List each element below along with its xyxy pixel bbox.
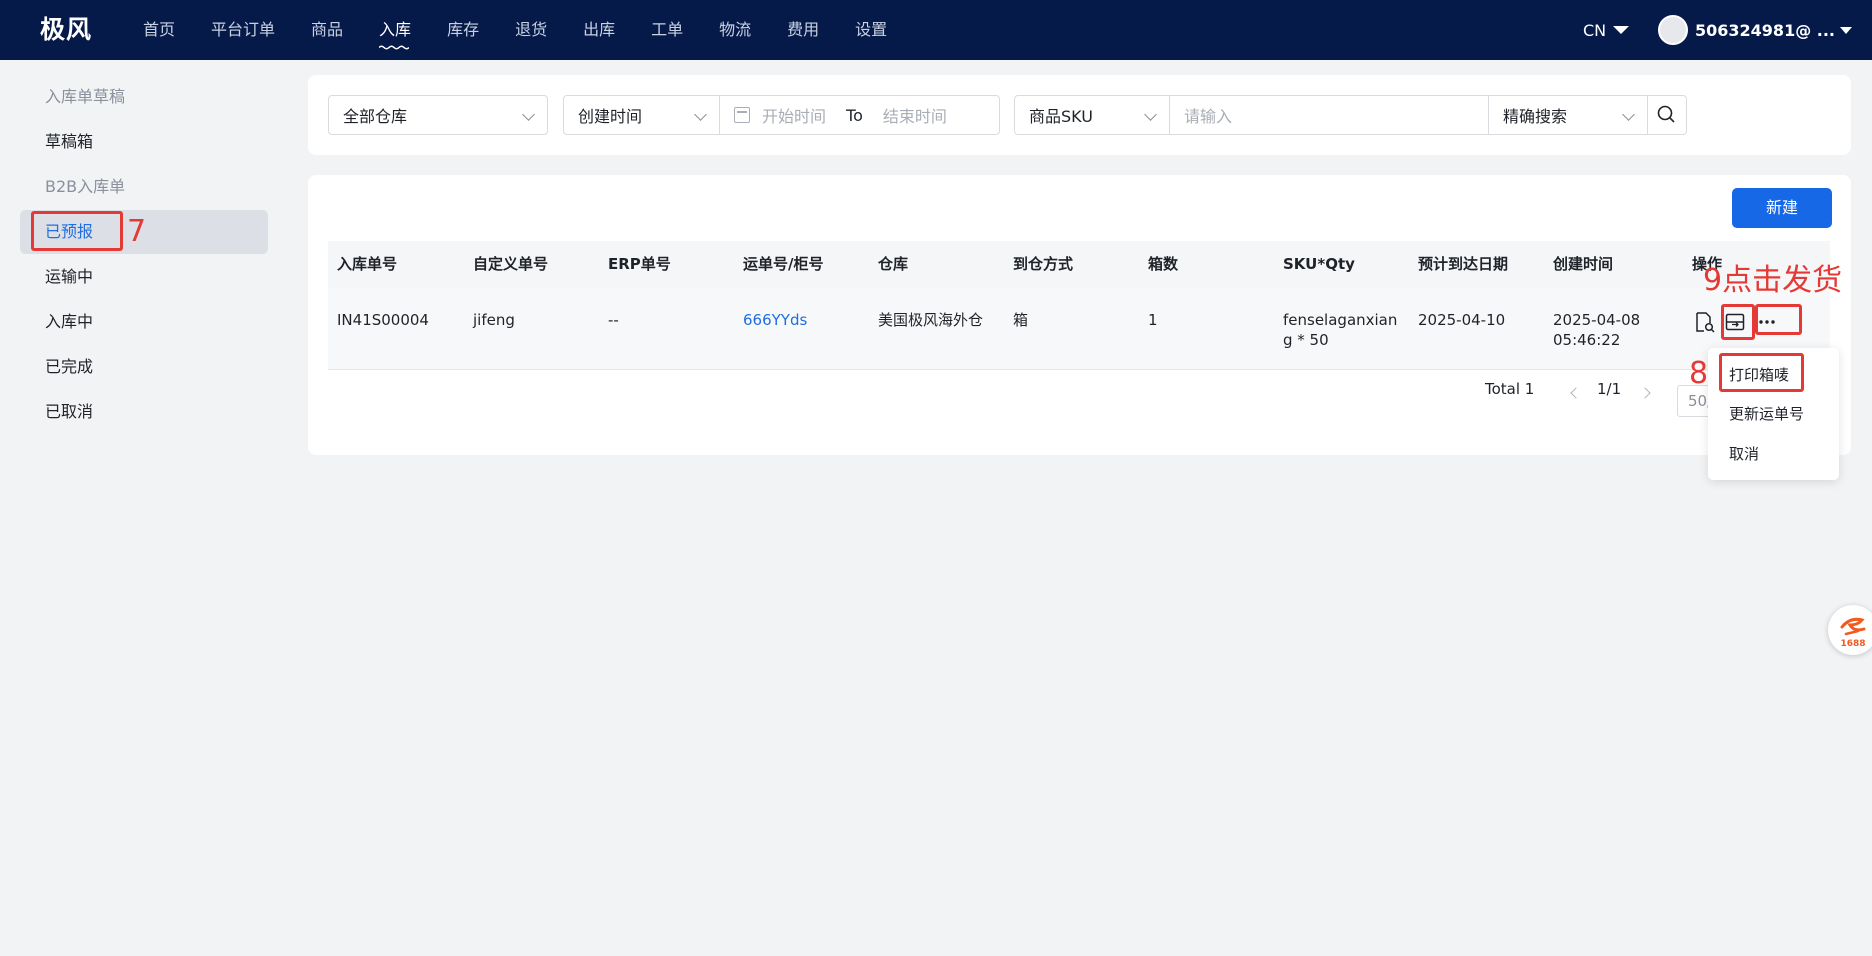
annotation-box-forecasted — [31, 211, 123, 251]
cell-tracking-no-link[interactable]: 666YYds — [743, 310, 807, 330]
nav-item-outbound[interactable]: 出库 — [565, 0, 633, 60]
cell-sku-qty: fenselaganxian g * 50 — [1283, 310, 1397, 350]
search-input[interactable]: 请输入 — [1169, 95, 1489, 135]
nav-item-work-orders[interactable]: 工单 — [633, 0, 701, 60]
sidebar-group-b2b-inbound: B2B入库单 — [45, 177, 126, 196]
start-date-input[interactable]: 开始时间 — [762, 103, 826, 127]
top-navbar: 极风 首页 平台订单 商品 入库 库存 退货 出库 工单 物流 费用 设置 CN… — [0, 0, 1872, 60]
time-type-value: 创建时间 — [578, 107, 643, 126]
sidebar-item-cancelled[interactable]: 已取消 — [20, 390, 268, 434]
1688-logo-text: 1688 — [1840, 639, 1865, 649]
created-time: 05:46:22 — [1553, 331, 1621, 349]
col-warehouse: 仓库 — [878, 255, 909, 273]
user-name: 506324981@ ... — [1695, 20, 1835, 40]
menu-item-cancel[interactable]: 取消 — [1708, 434, 1839, 474]
inbound-table-card: 新建 入库单号 自定义单号 ERP单号 运单号/柜号 仓库 到仓方式 箱数 SK… — [308, 175, 1851, 455]
cell-arrival-mode: 箱 — [1013, 311, 1029, 329]
language-switcher[interactable]: CN — [1583, 0, 1630, 60]
caret-down-icon — [1613, 26, 1630, 34]
table-row: IN41S00004 jifeng -- 666YYds 美国极风海外仓 箱 1… — [328, 288, 1830, 370]
user-menu[interactable]: 506324981@ ... — [1658, 0, 1852, 60]
nav-item-home[interactable]: 首页 — [125, 0, 193, 60]
chevron-down-icon — [694, 108, 707, 121]
sidebar-item-drafts[interactable]: 草稿箱 — [20, 120, 268, 164]
chevron-down-icon — [1622, 108, 1635, 121]
col-boxes: 箱数 — [1148, 255, 1179, 273]
annotation-box-print-label — [1719, 353, 1804, 392]
created-date: 2025-04-08 — [1553, 311, 1641, 329]
nav-item-inventory[interactable]: 库存 — [429, 0, 497, 60]
match-mode-value: 精确搜索 — [1503, 107, 1568, 126]
page-indicator: 1/1 — [1597, 380, 1622, 398]
nav-item-fees[interactable]: 费用 — [769, 0, 837, 60]
match-mode-select[interactable]: 精确搜索 — [1488, 95, 1648, 135]
active-wave-indicator — [379, 45, 410, 50]
new-button[interactable]: 新建 — [1732, 188, 1832, 228]
warehouse-select[interactable]: 全部仓库 — [328, 95, 548, 135]
annotation-step-7: 7 — [127, 214, 147, 249]
language-label: CN — [1583, 20, 1607, 40]
col-arrival-mode: 到仓方式 — [1013, 255, 1074, 273]
cell-warehouse: 美国极风海外仓 — [878, 311, 984, 329]
search-field-select[interactable]: 商品SKU — [1014, 95, 1170, 135]
next-page-icon[interactable] — [1639, 387, 1651, 399]
annotation-box-more-icon — [1755, 304, 1802, 335]
sidebar-item-in-transit[interactable]: 运输中 — [20, 255, 268, 299]
filter-bar: 全部仓库 创建时间 开始时间 To 结束时间 商品SKU 请输入 精确搜索 — [308, 75, 1851, 155]
1688-logo-glyph: 1688 — [1840, 617, 1866, 649]
col-eta: 预计到达日期 — [1418, 255, 1509, 273]
col-created: 创建时间 — [1553, 255, 1614, 273]
search-button[interactable] — [1647, 95, 1687, 135]
sidebar: 入库单草稿 草稿箱 B2B入库单 已预报 运输中 入库中 已完成 已取消 — [0, 60, 283, 956]
annotation-step-8: 8 — [1689, 356, 1709, 391]
total-count: Total 1 — [1485, 380, 1535, 398]
cell-custom-no: jifeng — [473, 311, 515, 329]
cell-order-no: IN41S00004 — [337, 311, 429, 329]
cell-eta: 2025-04-10 — [1418, 311, 1506, 329]
cell-boxes: 1 — [1148, 311, 1158, 329]
col-custom-no: 自定义单号 — [473, 255, 549, 273]
document-search-icon[interactable] — [1691, 309, 1717, 335]
nav-item-logistics[interactable]: 物流 — [701, 0, 769, 60]
sku-line-2: g * 50 — [1283, 331, 1329, 349]
nav-item-inbound[interactable]: 入库 — [361, 0, 429, 60]
1688-logo-icon[interactable]: 1688 — [1828, 605, 1872, 655]
cell-erp-no: -- — [608, 311, 619, 329]
col-order-no: 入库单号 — [337, 255, 398, 273]
sidebar-item-receiving[interactable]: 入库中 — [20, 300, 268, 344]
search-icon — [1657, 105, 1675, 123]
end-date-input[interactable]: 结束时间 — [883, 103, 947, 127]
nav-item-returns[interactable]: 退货 — [497, 0, 565, 60]
range-separator: To — [846, 105, 863, 125]
nav-item-platform-orders[interactable]: 平台订单 — [193, 0, 293, 60]
app-logo[interactable]: 极风 — [40, 0, 92, 60]
warehouse-select-value: 全部仓库 — [343, 107, 408, 126]
annotation-step-9: 9点击发货 — [1703, 263, 1843, 298]
search-field-value: 商品SKU — [1029, 107, 1093, 126]
search-input-placeholder: 请输入 — [1184, 107, 1233, 126]
nav-item-products[interactable]: 商品 — [293, 0, 361, 60]
menu-item-update-tracking[interactable]: 更新运单号 — [1708, 394, 1839, 434]
cell-created: 2025-04-08 05:46:22 — [1553, 310, 1640, 350]
table-header: 入库单号 自定义单号 ERP单号 运单号/柜号 仓库 到仓方式 箱数 SKU*Q… — [328, 241, 1830, 288]
date-range-picker[interactable]: 开始时间 To 结束时间 — [719, 95, 1000, 135]
prev-page-icon[interactable] — [1570, 387, 1582, 399]
nav-item-inbound-label: 入库 — [379, 20, 412, 39]
sidebar-group-inbound-drafts: 入库单草稿 — [45, 87, 126, 106]
nav-item-settings[interactable]: 设置 — [837, 0, 905, 60]
sku-line-1: fenselaganxian — [1283, 311, 1398, 329]
chevron-down-icon — [1144, 108, 1157, 121]
avatar — [1658, 15, 1688, 45]
col-tracking-no: 运单号/柜号 — [743, 255, 824, 273]
sidebar-item-completed[interactable]: 已完成 — [20, 345, 268, 389]
col-erp-no: ERP单号 — [608, 255, 671, 273]
caret-down-icon — [1840, 26, 1852, 34]
annotation-box-ship-icon — [1721, 304, 1755, 340]
chevron-down-icon — [522, 108, 535, 121]
col-sku-qty: SKU*Qty — [1283, 255, 1355, 273]
main-nav: 首页 平台订单 商品 入库 库存 退货 出库 工单 物流 费用 设置 — [125, 0, 905, 60]
calendar-icon — [734, 107, 750, 123]
time-type-select[interactable]: 创建时间 — [563, 95, 720, 135]
